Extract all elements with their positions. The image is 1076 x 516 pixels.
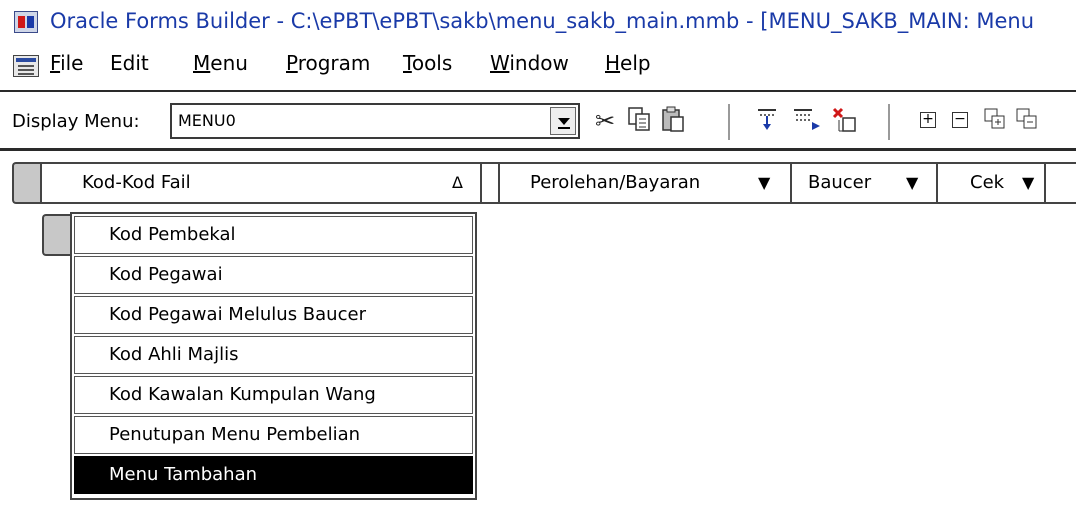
submenu-selector-tab[interactable] — [42, 214, 72, 256]
menu-file[interactable]: File — [50, 51, 83, 75]
submenu-item-penutupan-menu-pembelian[interactable]: Penutupan Menu Pembelian — [74, 416, 473, 454]
submenu-item-menu-tambahan[interactable]: Menu Tambahan — [74, 456, 473, 494]
collapse-icon[interactable]: − — [952, 112, 968, 128]
submenu-item-kod-ahli-majlis[interactable]: Kod Ahli Majlis — [74, 336, 473, 374]
submenu-item-kod-pembekal[interactable]: Kod Pembekal — [74, 216, 473, 254]
menu-tools[interactable]: Tools — [403, 51, 452, 75]
expand-icon[interactable]: + — [920, 112, 936, 128]
display-menu-value: MENU0 — [178, 111, 236, 130]
menu-program[interactable]: Program — [286, 51, 370, 75]
menu-header-cek[interactable]: Cek ▼ — [936, 162, 1046, 204]
toolbar-separator — [728, 104, 730, 140]
window-title: Oracle Forms Builder - C:\ePBT\ePBT\sakb… — [50, 9, 1035, 33]
document-window-icon[interactable] — [13, 55, 39, 77]
header-gap — [482, 162, 498, 204]
submenu-item-kod-pegawai-melulus-baucer[interactable]: Kod Pegawai Melulus Baucer — [74, 296, 473, 334]
paste-icon[interactable] — [658, 106, 688, 136]
submenu-item-kod-pegawai[interactable]: Kod Pegawai — [74, 256, 473, 294]
header-tail — [1044, 162, 1076, 204]
cut-icon[interactable]: ✂ — [590, 106, 620, 136]
oracle-forms-app-icon[interactable] — [14, 11, 38, 33]
expand-all-icon[interactable] — [980, 106, 1010, 136]
sort-up-icon: Δ — [452, 173, 463, 192]
submenu-item-kod-kawalan-kumpulan-wang[interactable]: Kod Kawalan Kumpulan Wang — [74, 376, 473, 414]
collapse-all-icon[interactable] — [1012, 106, 1042, 136]
menubar-divider — [0, 90, 1076, 92]
menu-header-baucer[interactable]: Baucer ▼ — [790, 162, 938, 204]
menu-menu[interactable]: Menu — [193, 51, 248, 75]
submenu-arrow-icon: ▼ — [906, 173, 919, 192]
submenu-arrow-icon: ▼ — [758, 173, 771, 192]
menu-window[interactable]: Window — [490, 51, 569, 75]
menu-help[interactable]: Help — [605, 51, 651, 75]
submenu-arrow-icon: ▼ — [1022, 173, 1035, 192]
chevron-down-icon[interactable] — [550, 107, 576, 135]
submenu-list: Kod Pembekal Kod Pegawai Kod Pegawai Mel… — [70, 212, 477, 500]
row-selector-tab[interactable] — [12, 162, 42, 204]
copy-icon[interactable] — [624, 106, 654, 136]
menu-header-perolehan-bayaran[interactable]: Perolehan/Bayaran ▼ — [498, 162, 792, 204]
display-menu-label: Display Menu: — [12, 111, 140, 132]
create-right-icon[interactable] — [792, 106, 822, 136]
create-down-icon[interactable] — [752, 106, 782, 136]
toolbar-divider — [0, 148, 1076, 151]
menu-header-kod-kod-fail[interactable]: Kod-Kod Fail Δ — [40, 162, 482, 204]
delete-icon[interactable] — [830, 106, 860, 136]
title-bar: Oracle Forms Builder - C:\ePBT\ePBT\sakb… — [0, 0, 1076, 46]
menu-edit[interactable]: Edit — [110, 51, 149, 75]
display-menu-combobox[interactable]: MENU0 — [170, 103, 580, 139]
toolbar-separator — [888, 104, 890, 140]
